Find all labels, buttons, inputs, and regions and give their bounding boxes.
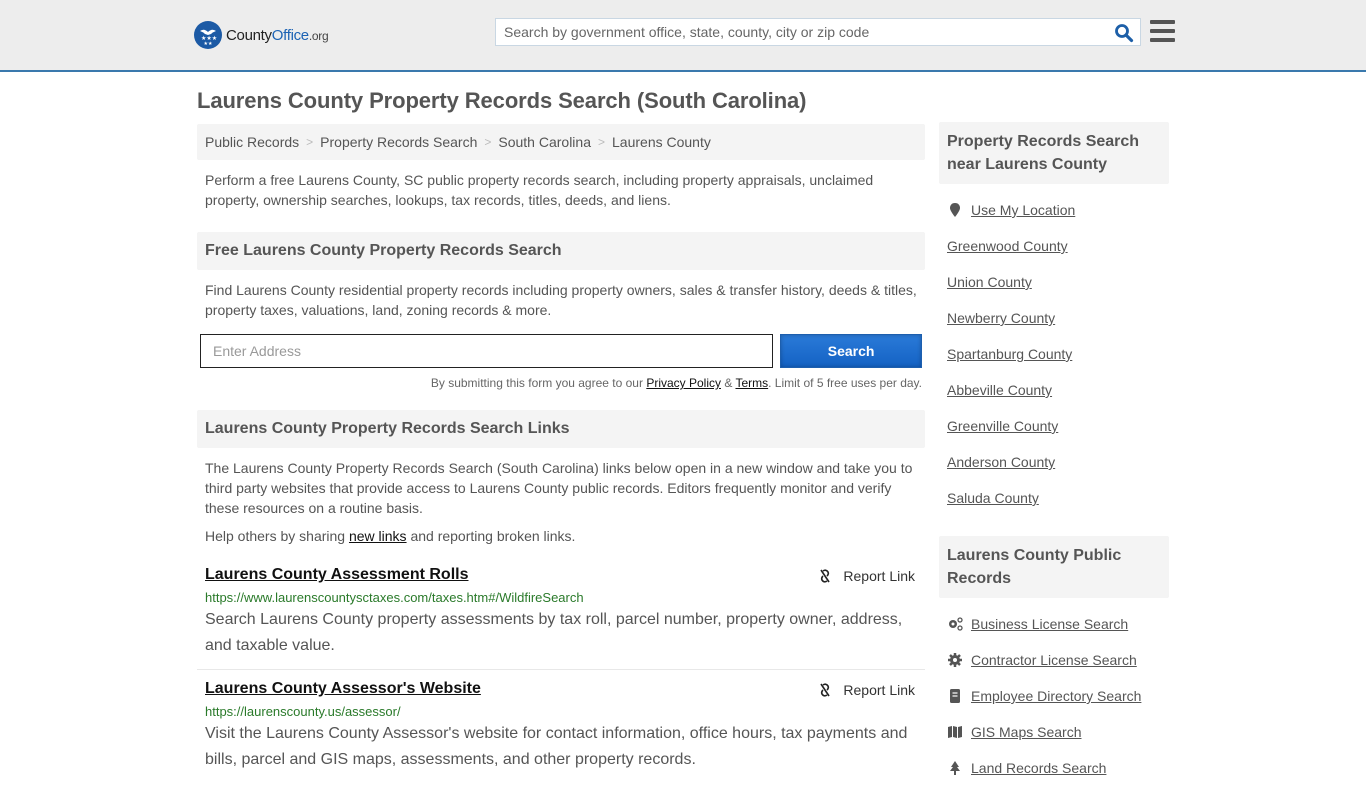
breadcrumb-separator: > (484, 135, 492, 149)
nearby-heading: Property Records Search near Laurens Cou… (939, 122, 1169, 184)
gis-maps-search-link[interactable]: GIS Maps Search (971, 724, 1082, 740)
map-marker-icon (947, 202, 963, 218)
result-title-link[interactable]: Laurens County Assessor's Website (205, 680, 481, 698)
privacy-policy-link[interactable]: Privacy Policy (646, 376, 721, 390)
address-search-button[interactable]: Search (780, 334, 922, 368)
report-link-button[interactable]: Report Link (817, 682, 915, 698)
breadcrumb-laurens-county[interactable]: Laurens County (612, 134, 711, 150)
public-record-item: GIS Maps Search (947, 714, 1161, 750)
public-records-heading: Laurens County Public Records (939, 536, 1169, 598)
use-location-item: Use My Location (947, 192, 1161, 228)
hamburger-menu-icon[interactable] (1150, 20, 1175, 42)
nearby-list: Use My Location Greenwood County Union C… (939, 192, 1169, 516)
broken-link-icon (820, 683, 831, 697)
site-search (495, 18, 1141, 46)
land-records-search-link[interactable]: Land Records Search (971, 760, 1106, 776)
eagle-logo-icon: ★★★ ★★ (194, 21, 222, 49)
main-content: Public Records > Property Records Search… (197, 124, 925, 773)
business-license-search-link[interactable]: Business License Search (971, 616, 1128, 632)
public-record-item: Employee Directory Search (947, 678, 1161, 714)
breadcrumb-separator: > (306, 135, 314, 149)
use-my-location-link[interactable]: Use My Location (971, 202, 1075, 218)
nearby-item: Abbeville County (947, 372, 1161, 408)
nearby-county-link[interactable]: Greenville County (947, 418, 1058, 434)
breadcrumb-public-records[interactable]: Public Records (205, 134, 299, 150)
breadcrumb-south-carolina[interactable]: South Carolina (498, 134, 591, 150)
nearby-item: Greenwood County (947, 228, 1161, 264)
report-link-button[interactable]: Report Link (817, 568, 915, 584)
breadcrumb-separator: > (598, 135, 606, 149)
broken-link-icon (820, 569, 831, 583)
breadcrumb: Public Records > Property Records Search… (197, 124, 925, 160)
links-heading: Laurens County Property Records Search L… (197, 410, 925, 448)
address-input[interactable] (200, 334, 774, 368)
free-search-text: Find Laurens County residential property… (205, 282, 917, 318)
svg-text:★★: ★★ (204, 41, 213, 46)
nearby-item: Newberry County (947, 300, 1161, 336)
page-title: Laurens County Property Records Search (… (197, 88, 807, 113)
site-search-input[interactable] (496, 19, 1096, 45)
nearby-county-link[interactable]: Saluda County (947, 490, 1039, 506)
free-search-heading: Free Laurens County Property Records Sea… (197, 232, 925, 270)
result-description: Search Laurens County property assessmen… (205, 611, 903, 654)
new-links-link[interactable]: new links (349, 528, 407, 544)
nearby-county-link[interactable]: Spartanburg County (947, 346, 1072, 362)
gear-icon (947, 652, 963, 668)
public-records-list: Business License Search Contractor Licen… (939, 606, 1169, 786)
result-item: Laurens County Assessment Rolls Report L… (197, 566, 925, 669)
nearby-county-link[interactable]: Abbeville County (947, 382, 1052, 398)
search-icon[interactable] (1114, 23, 1134, 43)
public-record-item: Contractor License Search (947, 642, 1161, 678)
sidebar: Property Records Search near Laurens Cou… (939, 122, 1169, 786)
result-url: https://laurenscounty.us/assessor/ (205, 704, 401, 719)
public-record-item: Land Records Search (947, 750, 1161, 786)
site-header: ★★★ ★★ CountyOffice.org (0, 0, 1366, 72)
result-description: Visit the Laurens County Assessor's webs… (205, 725, 908, 768)
form-disclaimer: By submitting this form you agree to our… (430, 376, 922, 390)
nearby-county-link[interactable]: Greenwood County (947, 238, 1068, 254)
nearby-item: Greenville County (947, 408, 1161, 444)
nearby-item: Union County (947, 264, 1161, 300)
result-item: Laurens County Assessor's Website Report… (197, 669, 925, 773)
terms-link[interactable]: Terms (735, 376, 768, 390)
book-icon (947, 688, 963, 704)
contractor-license-search-link[interactable]: Contractor License Search (971, 652, 1137, 668)
intro-text: Perform a free Laurens County, SC public… (205, 172, 874, 208)
nearby-item: Saluda County (947, 480, 1161, 516)
nearby-item: Spartanburg County (947, 336, 1161, 372)
breadcrumb-property-records-search[interactable]: Property Records Search (320, 134, 477, 150)
cogs-icon (947, 616, 963, 632)
employee-directory-search-link[interactable]: Employee Directory Search (971, 688, 1141, 704)
result-title-link[interactable]: Laurens County Assessment Rolls (205, 566, 468, 584)
nearby-county-link[interactable]: Anderson County (947, 454, 1055, 470)
logo-wordmark: CountyOffice.org (226, 26, 329, 44)
map-icon (947, 724, 963, 740)
site-logo[interactable]: ★★★ ★★ CountyOffice.org (194, 21, 329, 49)
address-search-form: Search (197, 334, 925, 368)
nearby-item: Anderson County (947, 444, 1161, 480)
tree-icon (947, 760, 963, 776)
public-record-item: Business License Search (947, 606, 1161, 642)
help-text: Help others by sharing new links and rep… (205, 528, 576, 544)
nearby-county-link[interactable]: Union County (947, 274, 1032, 290)
nearby-county-link[interactable]: Newberry County (947, 310, 1055, 326)
result-url: https://www.laurenscountysctaxes.com/tax… (205, 590, 584, 605)
links-intro-text: The Laurens County Property Records Sear… (205, 460, 913, 516)
